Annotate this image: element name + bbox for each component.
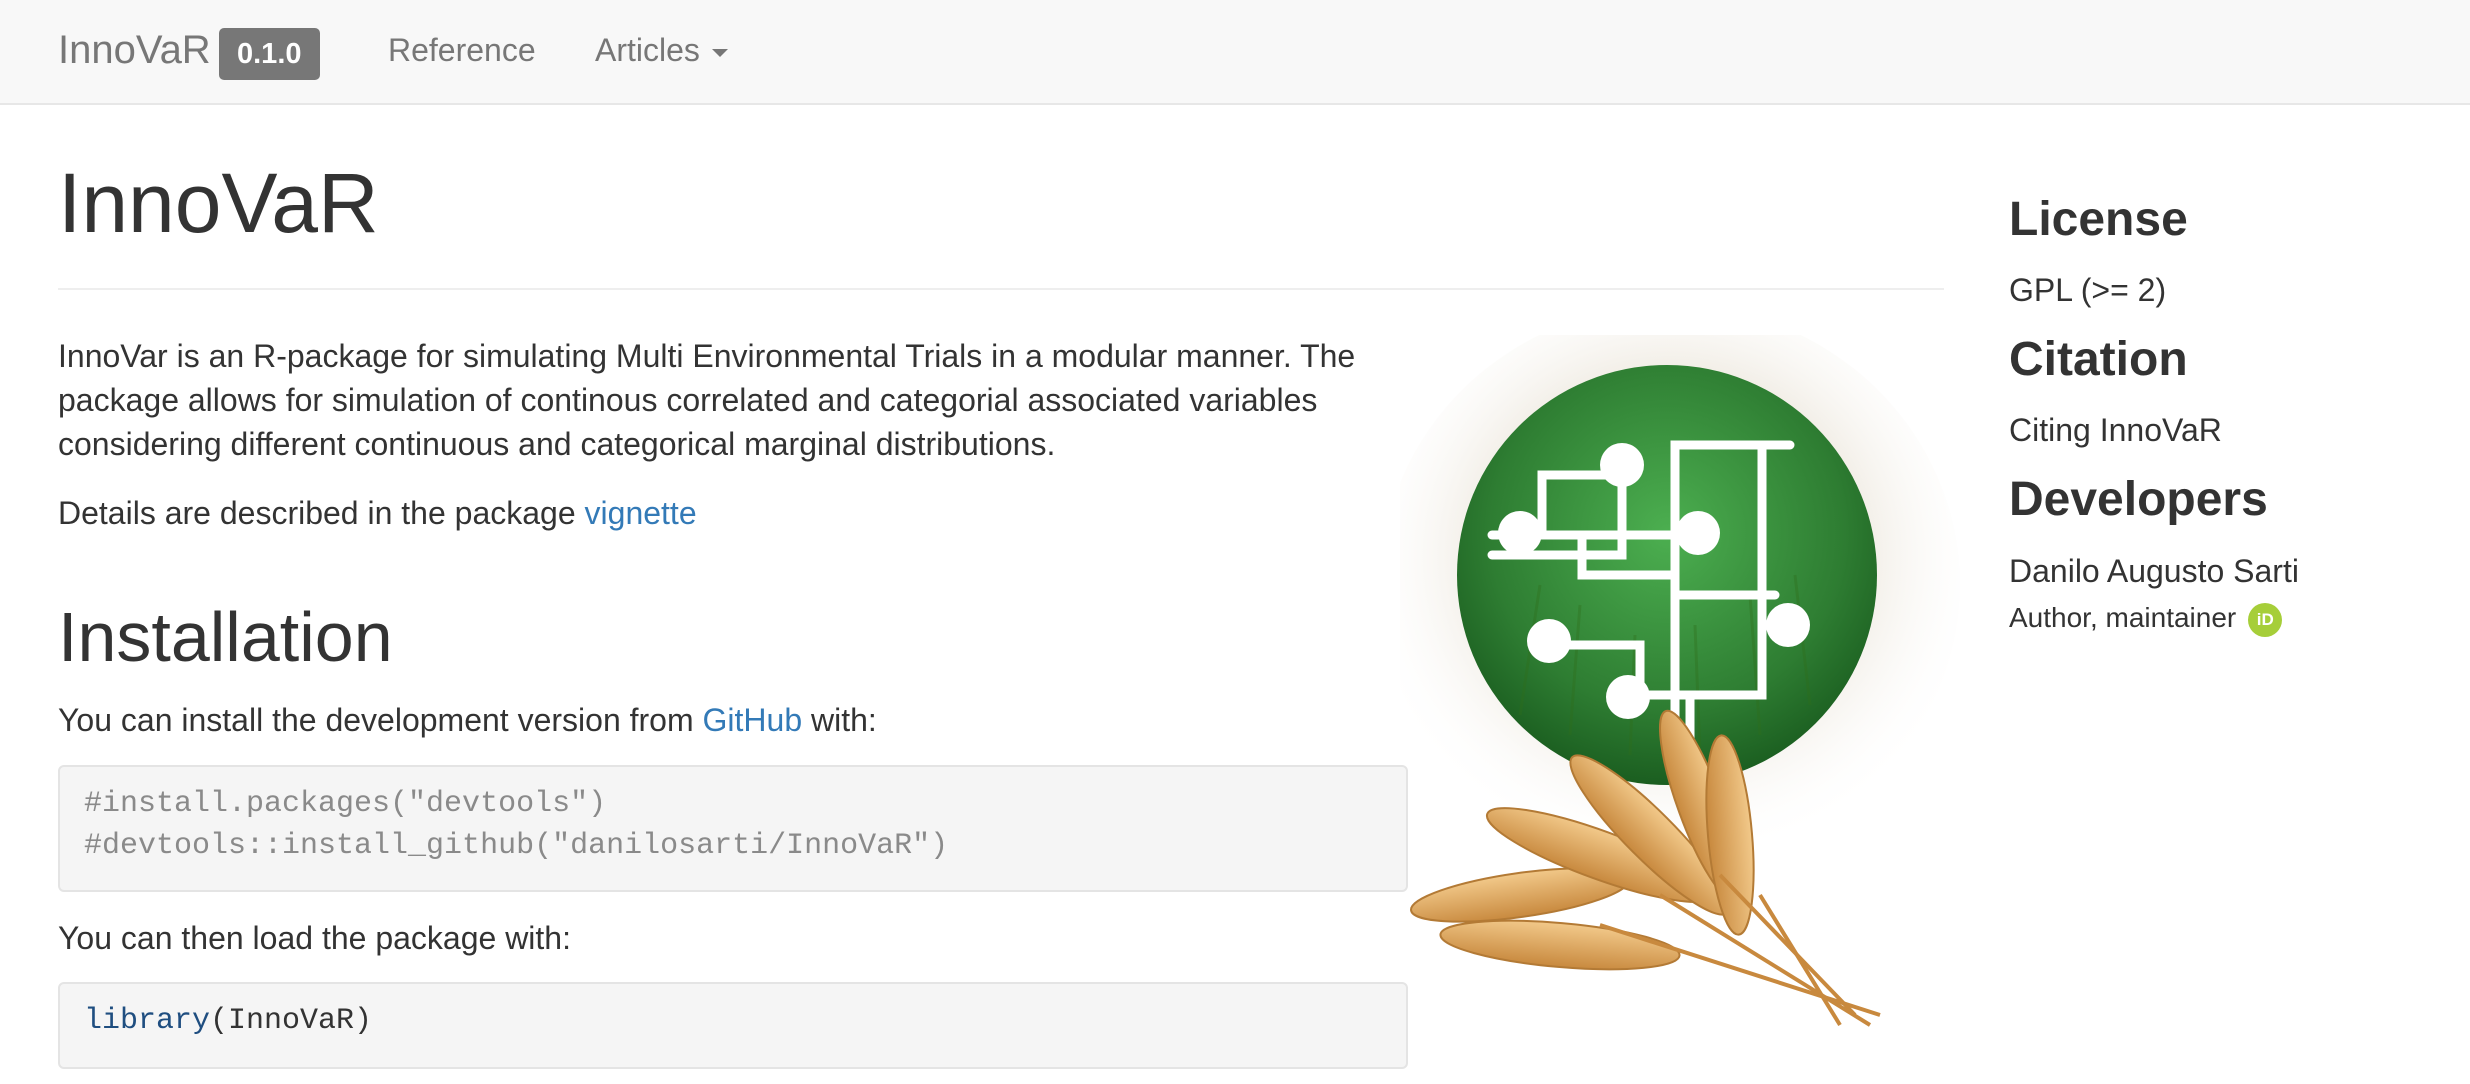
- github-link[interactable]: GitHub: [703, 702, 803, 738]
- developer-name: Danilo Augusto Sarti: [2009, 553, 2299, 589]
- code-line-1: #install.packages("devtools"): [84, 787, 607, 821]
- nav-item-articles[interactable]: Articles: [595, 22, 728, 78]
- orcid-icon[interactable]: iD: [2248, 602, 2283, 637]
- details-paragraph: Details are described in the package vig…: [58, 491, 697, 535]
- developer-role: Author, maintainer: [2009, 602, 2237, 633]
- install-text-prefix: You can install the development version …: [58, 702, 703, 738]
- citation-link[interactable]: Citing InnoVaR: [2009, 408, 2222, 452]
- citation-heading: Citation: [2009, 333, 2188, 386]
- title-divider: [58, 288, 1944, 290]
- code-line-2: #devtools::install_github("danilosarti/I…: [84, 829, 949, 863]
- navbar: InnoVaR 0.1.0 Reference Articles: [0, 0, 2470, 105]
- page-title: InnoVaR: [58, 156, 379, 250]
- installation-heading: Installation: [58, 598, 393, 676]
- install-code-block[interactable]: #install.packages("devtools") #devtools:…: [58, 765, 1408, 892]
- caret-down-icon: [711, 48, 728, 57]
- intro-paragraph: InnoVar is an R-package for simulating M…: [58, 338, 1356, 462]
- install-text-suffix: with:: [802, 702, 877, 738]
- load-paragraph: You can then load the package with:: [58, 920, 571, 956]
- code-library-fn: library: [84, 1004, 211, 1038]
- code-library-arg: (InnoVaR): [210, 1004, 373, 1038]
- version-badge: 0.1.0: [219, 28, 320, 80]
- details-text: Details are described in the package: [58, 495, 585, 531]
- install-paragraph: You can install the development version …: [58, 698, 877, 742]
- developer-role-row: Author, maintainer iD: [2009, 598, 2283, 638]
- brand-link[interactable]: InnoVaR: [58, 22, 211, 78]
- load-code-block[interactable]: library(InnoVaR): [58, 982, 1408, 1069]
- license-heading: License: [2009, 193, 2188, 246]
- nav-item-reference[interactable]: Reference: [388, 22, 536, 78]
- innovar-hex-logo: [1400, 335, 1960, 1027]
- developers-heading: Developers: [2009, 473, 2268, 526]
- nav-item-articles-label: Articles: [595, 32, 700, 68]
- license-value: GPL (>= 2): [2009, 272, 2167, 308]
- vignette-link[interactable]: vignette: [585, 495, 697, 531]
